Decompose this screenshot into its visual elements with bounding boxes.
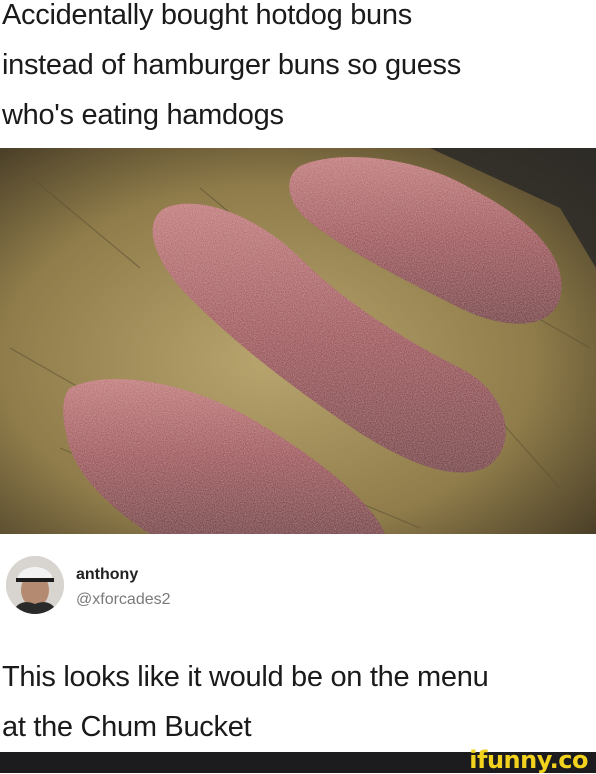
footer-bar: ifunny.co [0,746,596,774]
post-text: Accidentally bought hotdog buns instead … [0,0,592,140]
avatar-image [6,556,64,614]
user-name[interactable]: anthony [76,566,138,584]
ifunny-watermark: ifunny.co [469,746,588,774]
reply-header: anthony @xforcades2 [0,554,596,626]
hamdogs-photo [0,148,596,534]
avatar[interactable] [6,556,64,614]
post-text-line: who's eating hamdogs [2,99,284,131]
reply-text-line: This looks like it would be on the menu [2,661,489,693]
user-handle[interactable]: @xforcades2 [76,591,171,609]
reply-text-line: at the Chum Bucket [2,711,252,743]
post-text-line: instead of hamburger buns so guess [2,49,461,81]
reply-text: This looks like it would be on the menu … [0,652,596,752]
post-photo [0,148,596,534]
post-text-line: Accidentally bought hotdog buns [2,0,412,31]
